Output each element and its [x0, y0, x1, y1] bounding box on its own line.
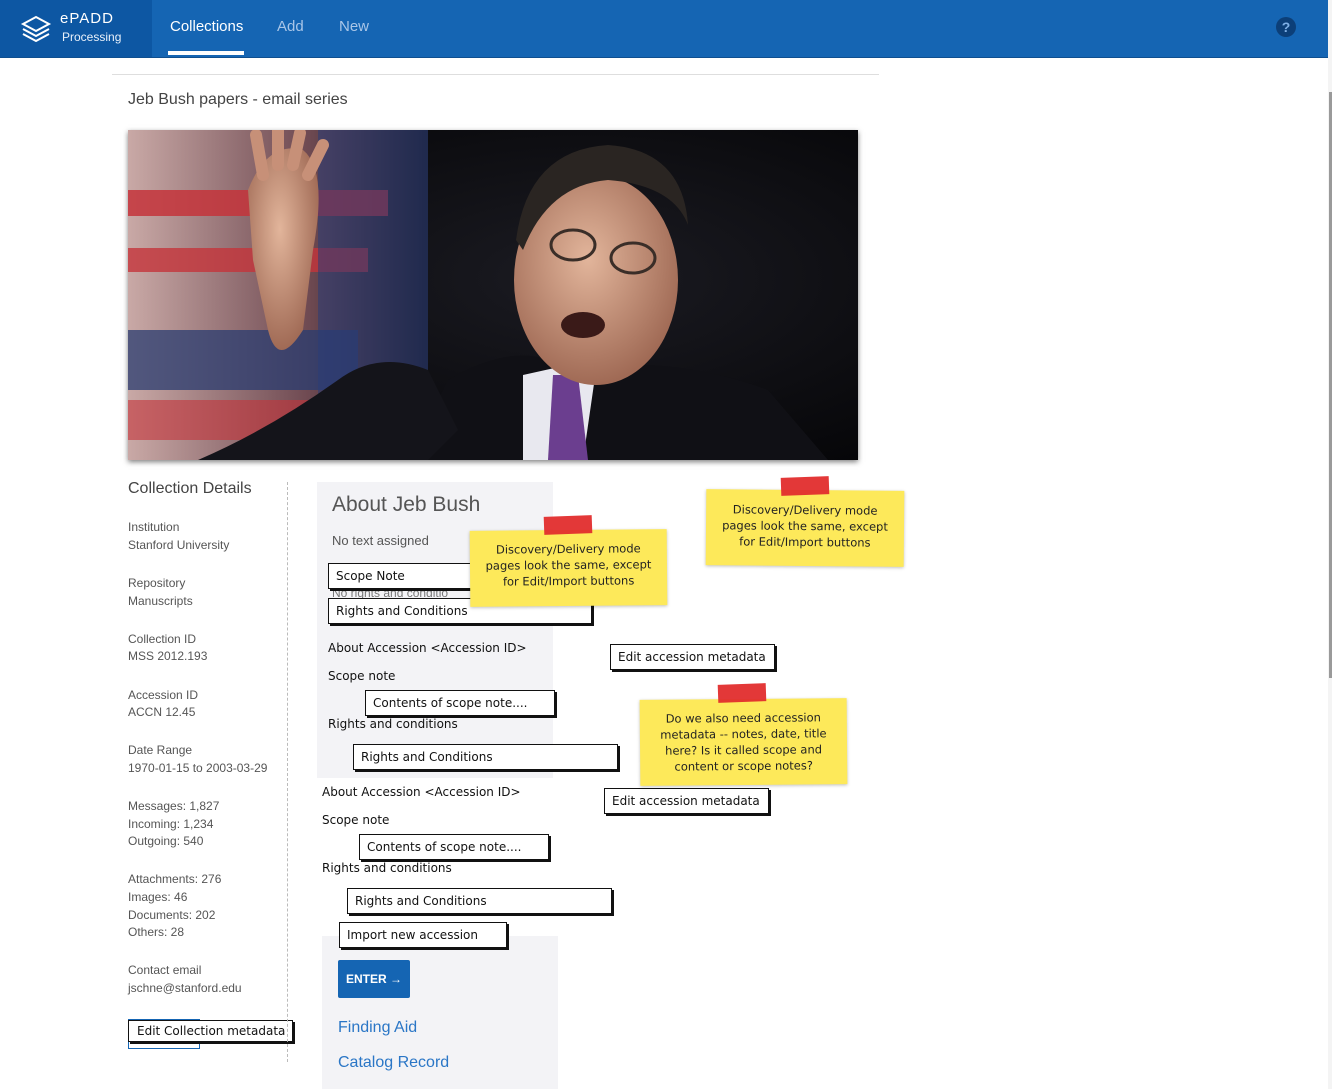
scope-note-box[interactable]: Scope Note: [328, 563, 473, 589]
note-line: here? Is it called scope and: [665, 742, 823, 758]
rights-conditions-value-box[interactable]: Rights and Conditions: [353, 744, 618, 770]
institution-value: Stanford University: [128, 538, 230, 552]
active-tab-indicator: [168, 51, 244, 55]
page-title: Jeb Bush papers - email series: [128, 91, 348, 108]
arrow-right-icon: →: [390, 972, 402, 986]
note-line: Discovery/Delivery mode: [732, 502, 878, 518]
sticky-tape: [780, 476, 830, 496]
note-line: metadata -- notes, date, title: [660, 726, 827, 742]
date-range-label: Date Range: [128, 743, 193, 757]
documents-count: Documents: 202: [128, 908, 216, 922]
accession-heading: About Accession <Accession ID>: [328, 641, 527, 655]
repository-label: Repository: [128, 576, 186, 590]
note-line: pages look the same, except: [722, 518, 888, 534]
attachments-count: Attachments: 276: [128, 872, 222, 886]
messages-count: Messages: 1,827: [128, 799, 220, 813]
sidebar-divider: [287, 482, 288, 1062]
help-icon[interactable]: ?: [1276, 17, 1296, 37]
repository-value: Manuscripts: [128, 594, 193, 608]
catalog-record-link[interactable]: Catalog Record: [338, 1054, 449, 1072]
date-range-value: 1970-01-15 to 2003-03-29: [128, 761, 268, 775]
scope-note-label: Scope note: [322, 813, 390, 827]
import-new-accession-button[interactable]: Import new accession: [339, 922, 507, 948]
contact-email-value: jschne@stanford.edu: [128, 981, 242, 995]
sticky-note: Discovery/Delivery mode pages look the s…: [705, 489, 905, 567]
app-logo[interactable]: ePADD Processing: [0, 0, 152, 57]
stack-logo-icon: [20, 15, 52, 42]
edit-collection-metadata-button[interactable]: Edit Collection metadata: [128, 1020, 293, 1042]
divider: [112, 74, 879, 75]
others-count: Others: 28: [128, 925, 185, 939]
about-card: [317, 482, 553, 778]
rights-conditions-label: Rights and conditions: [322, 861, 452, 875]
about-title: About Jeb Bush: [332, 493, 481, 516]
sticky-note: Discovery/Delivery mode pages look the s…: [469, 529, 668, 607]
note-line: Do we also need accession: [665, 710, 821, 726]
sidebar-title: Collection Details: [128, 480, 252, 497]
incoming-count: Incoming: 1,234: [128, 817, 214, 831]
nav-new[interactable]: New: [339, 18, 369, 35]
nav-add[interactable]: Add: [277, 18, 304, 35]
sticky-tape: [543, 515, 593, 535]
nav-collections[interactable]: Collections: [170, 18, 243, 35]
rights-conditions-label: Rights and conditions: [328, 717, 458, 731]
banner-photo: [128, 130, 858, 460]
note-line: for Edit/Import buttons: [739, 534, 871, 550]
top-navigation-bar: ePADD Processing Collections Add New ?: [0, 0, 1328, 58]
finding-aid-link[interactable]: Finding Aid: [338, 1019, 417, 1037]
rights-conditions-value-box[interactable]: Rights and Conditions: [347, 888, 612, 914]
sticky-tape: [717, 683, 767, 703]
scope-note-label: Scope note: [328, 669, 396, 683]
contact-email-label: Contact email: [128, 963, 202, 977]
note-line: pages look the same, except: [485, 557, 652, 573]
about-subtitle: No text assigned: [332, 533, 429, 548]
edit-accession-metadata-button[interactable]: Edit accession metadata: [610, 644, 775, 670]
accession-id-value: ACCN 12.45: [128, 705, 196, 719]
scope-note-value-box[interactable]: Contents of scope note....: [365, 690, 555, 716]
collection-id-value: MSS 2012.193: [128, 649, 208, 663]
note-line: content or scope notes?: [674, 758, 814, 774]
logo-title: ePADD: [60, 10, 114, 27]
note-line: for Edit/Import buttons: [502, 573, 635, 589]
collection-id-label: Collection ID: [128, 632, 197, 646]
enter-button[interactable]: ENTER →: [338, 960, 410, 998]
note-line: Discovery/Delivery mode: [495, 541, 641, 557]
edit-accession-metadata-button[interactable]: Edit accession metadata: [604, 788, 769, 814]
collection-banner-image: [128, 130, 858, 460]
logo-subtitle: Processing: [62, 30, 122, 44]
images-count: Images: 46: [128, 890, 188, 904]
outgoing-count: Outgoing: 540: [128, 834, 204, 848]
accession-heading: About Accession <Accession ID>: [322, 785, 521, 799]
institution-label: Institution: [128, 520, 180, 534]
scope-note-value-box[interactable]: Contents of scope note....: [359, 834, 549, 860]
accession-id-label: Accession ID: [128, 688, 199, 702]
enter-label: ENTER: [345, 972, 387, 986]
sticky-note: Do we also need accession metadata -- no…: [639, 698, 848, 786]
